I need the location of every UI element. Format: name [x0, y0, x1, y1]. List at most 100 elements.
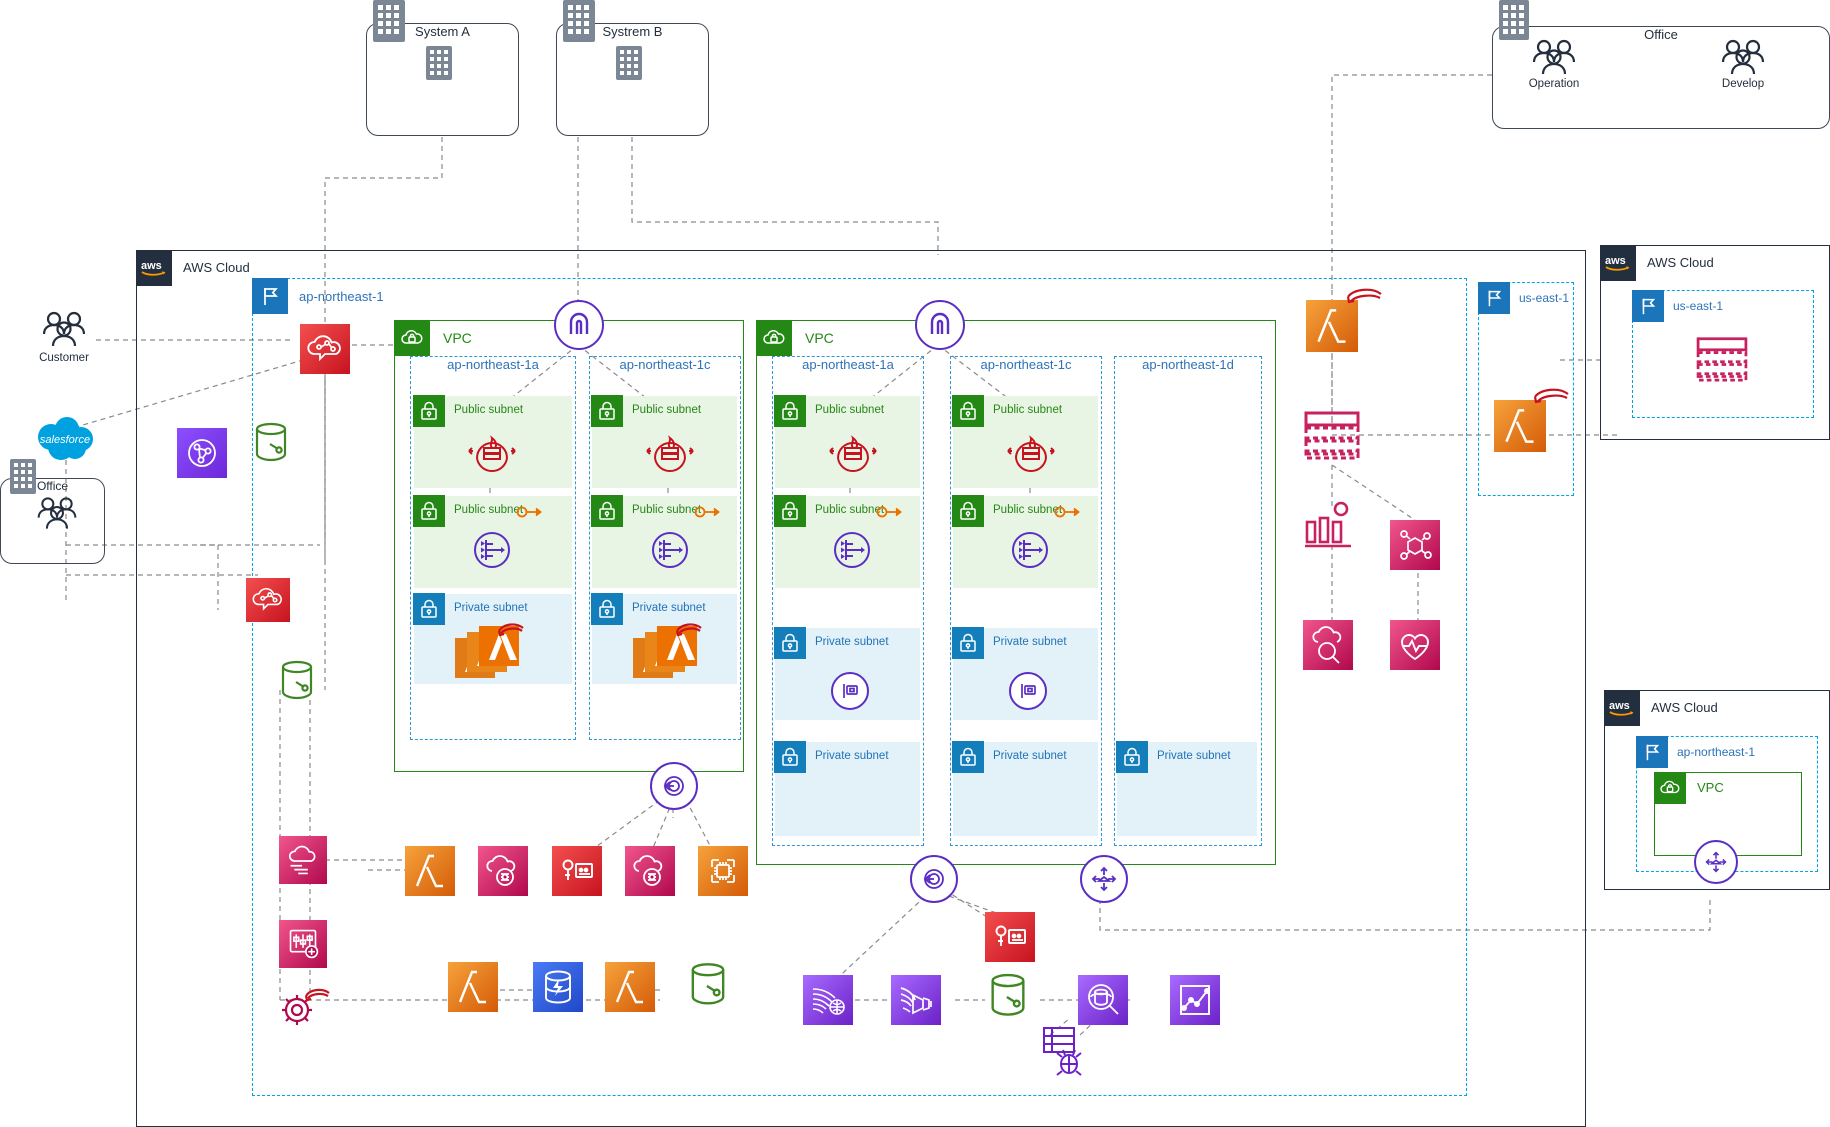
subnet-lock-icon — [591, 593, 623, 625]
subnet-label: Private subnet — [993, 750, 1067, 762]
subnet-label: Private subnet — [632, 602, 706, 614]
construction-hat-icon — [1532, 387, 1570, 413]
az-label: ap-northeast-1d — [1115, 357, 1261, 372]
svg-text:aws: aws — [141, 260, 162, 272]
cloudwatch-icon — [478, 846, 528, 896]
step-functions-icon — [910, 855, 958, 903]
cloudfront-icon — [177, 428, 227, 478]
az-label: ap-northeast-1c — [590, 357, 740, 372]
lambda-icon — [448, 962, 498, 1012]
subnet-label: Public subnet — [632, 404, 701, 416]
subnet-private: Private subnet — [1117, 742, 1257, 836]
develop-label: Develop — [1703, 78, 1783, 90]
vpc-cloud-icon — [1654, 772, 1686, 804]
subnet-label: Public subnet — [632, 504, 701, 516]
salesforce-icon: salesforce — [31, 415, 99, 461]
subnet-private: Private subnet — [953, 742, 1098, 836]
api-gateway-icon — [554, 300, 604, 350]
systems-manager-icon — [279, 920, 327, 968]
cloudwatch-icon — [625, 846, 675, 896]
region-label: ap-northeast-1 — [299, 289, 384, 304]
network-firewall-icon — [1004, 426, 1058, 476]
network-firewall-icon — [826, 426, 880, 476]
subnet-label: Private subnet — [993, 636, 1067, 648]
subnet-lock-icon — [591, 495, 623, 527]
secrets-manager-icon — [552, 846, 602, 896]
subnet-label: Public subnet — [993, 404, 1062, 416]
aws-logo-icon: aws — [136, 250, 172, 286]
corporate-data-center-icon — [10, 459, 36, 494]
subnet-lock-icon — [413, 395, 445, 427]
corporate-data-center-icon — [1499, 0, 1529, 40]
subnet-label: Private subnet — [454, 602, 528, 614]
region-label: ap-northeast-1 — [1677, 745, 1755, 759]
vpc-1-label: VPC — [443, 330, 472, 346]
dynamodb-table-icon — [1695, 336, 1749, 382]
vpc-endpoint-icon — [831, 672, 869, 710]
dynamodb-table-icon — [1303, 410, 1361, 460]
subnet-lock-icon — [774, 627, 806, 659]
customer-label: Customer — [24, 352, 104, 364]
aws-cloud-secondary-top-label: AWS Cloud — [1647, 255, 1714, 270]
subnet-lock-icon — [952, 495, 984, 527]
aws-logo-icon: aws — [1604, 690, 1640, 726]
subnet-label: Private subnet — [815, 750, 889, 762]
lambda-group-icon — [633, 622, 705, 684]
step-functions-icon — [650, 762, 698, 810]
subnet-lock-icon — [952, 741, 984, 773]
elastic-load-balancer-icon — [1006, 526, 1054, 574]
region-label: us-east-1 — [1673, 299, 1723, 313]
region-flag-icon — [1636, 736, 1668, 768]
vpc-peering-icon — [1694, 840, 1738, 884]
subnet-label: Public subnet — [815, 404, 884, 416]
health-dashboard-icon — [1390, 620, 1440, 670]
s3-bucket-icon — [685, 960, 731, 1012]
subnet-lock-icon — [774, 495, 806, 527]
operation-label: Operation — [1514, 78, 1594, 90]
subnet-lock-icon — [774, 741, 806, 773]
x-ray-icon — [1390, 520, 1440, 570]
region-flag-icon — [1478, 282, 1510, 314]
region-flag-icon — [1632, 290, 1664, 322]
architecture-diagram: System A Systrem B Office Operation Deve… — [0, 0, 1830, 1127]
region-flag-icon — [252, 278, 288, 314]
az-label: ap-northeast-1a — [773, 357, 923, 372]
sns-icon — [300, 324, 350, 374]
config-icon — [273, 980, 331, 1032]
subnet-label: Public subnet — [993, 504, 1062, 516]
dynamodb-icon — [533, 962, 583, 1012]
construction-hat-icon — [1345, 287, 1383, 313]
network-firewall-icon — [643, 426, 697, 476]
lambda-group-icon — [455, 622, 527, 684]
region-label: us-east-1 — [1519, 291, 1569, 305]
nat-gateway-icon — [876, 504, 906, 520]
subnet-lock-icon — [413, 495, 445, 527]
vpc-cloud-icon — [394, 320, 430, 356]
vpc-2-label: VPC — [805, 330, 834, 346]
subnet-label: Public subnet — [454, 404, 523, 416]
subnet-lock-icon — [952, 395, 984, 427]
kinesis-data-streams-icon — [803, 975, 853, 1025]
aws-cloud-main-label: AWS Cloud — [183, 260, 250, 275]
athena-icon — [1078, 975, 1128, 1025]
cloudwatch-logs-icon — [279, 836, 327, 884]
api-gateway-icon — [915, 300, 965, 350]
corporate-data-center-icon — [563, 0, 595, 42]
system-b-server-icon — [616, 46, 642, 80]
subnet-label: Private subnet — [815, 636, 889, 648]
lambda-icon — [405, 846, 455, 896]
ecr-icon — [698, 846, 748, 896]
s3-bucket-icon — [985, 970, 1031, 1024]
vpc-secondary-label: VPC — [1697, 780, 1724, 795]
s3-bucket-icon — [276, 658, 318, 706]
subnet-label: Public subnet — [815, 504, 884, 516]
nat-gateway-icon — [694, 504, 724, 520]
vpc-endpoint-icon — [1009, 672, 1047, 710]
users-icon — [1719, 38, 1767, 76]
s3-bucket-icon — [250, 420, 292, 468]
az-label: ap-northeast-1c — [951, 357, 1101, 372]
cloudwatch-logs-insights-icon — [1303, 620, 1353, 670]
subnet-lock-icon — [591, 395, 623, 427]
network-firewall-icon — [465, 426, 519, 476]
svg-text:aws: aws — [1609, 700, 1630, 712]
